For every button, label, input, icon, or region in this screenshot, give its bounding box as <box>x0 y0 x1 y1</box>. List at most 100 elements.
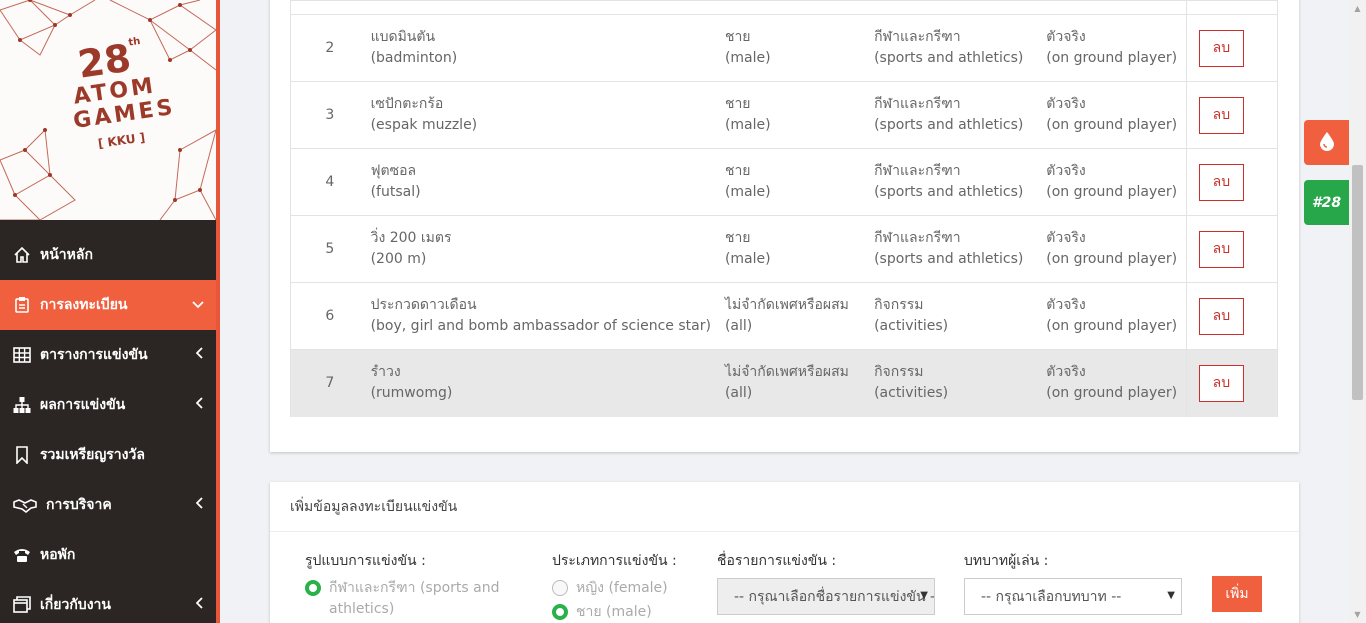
phone-icon <box>12 545 32 565</box>
gender-male-label: ชาย (male) <box>576 604 652 620</box>
sidebar-nav: หน้าหลัก การลงทะเบียน ตารางการแข่งขัน ผล… <box>0 230 216 623</box>
type-en: (activities) <box>874 318 949 334</box>
role-th: ตัวจริง <box>1046 96 1086 112</box>
sidebar-item-about[interactable]: เกี่ยวกับงาน <box>0 580 216 623</box>
registration-list-card: 2 แบดมินตัน (badminton) ชาย (male) กีฬาและ… <box>270 0 1299 452</box>
sidebar-accent <box>216 0 220 623</box>
gender-label: ประเภทการแข่งขัน : <box>552 553 677 569</box>
delete-button[interactable]: ลบ <box>1198 364 1244 402</box>
logo-text: 28th ATOM GAMES [ KKU ] <box>63 34 177 153</box>
type-th: กิจกรรม <box>874 297 924 313</box>
format-option[interactable]: กีฬาและกรีฑา (sports and athletics) <box>305 578 515 620</box>
role-select-value: -- กรุณาเลือกบทบาท -- <box>981 588 1122 605</box>
badge-28-button[interactable]: #28 <box>1304 180 1349 225</box>
row-number: 2 <box>289 14 369 82</box>
role-select[interactable]: -- กรุณาเลือกบทบาท -- ▼ <box>964 578 1182 615</box>
gender-en: (male) <box>724 117 771 133</box>
sport-name-th: รำวง <box>370 364 401 381</box>
logo[interactable]: 28th ATOM GAMES [ KKU ] <box>0 0 216 220</box>
gender-en: (all) <box>724 385 753 402</box>
table-row <box>289 0 1279 15</box>
scroll-up-icon[interactable]: ▲ <box>1349 0 1366 17</box>
gender-female-option[interactable]: หญิง (female) <box>552 578 702 599</box>
gender-th: ไม่จำกัดเพศหรือผสม <box>724 297 849 313</box>
sidebar-item-registration[interactable]: การลงทะเบียน <box>0 280 216 330</box>
role-en: (on ground player) <box>1046 318 1178 334</box>
sidebar-item-dormitory[interactable]: หอพัก <box>0 530 216 580</box>
drop-button[interactable] <box>1304 120 1349 165</box>
type-en: (sports and athletics) <box>874 117 1024 133</box>
chevron-left-icon <box>195 597 204 613</box>
radio-selected-icon <box>305 580 321 596</box>
scrollbar-thumb[interactable] <box>1352 165 1363 400</box>
event-label: ชื่อรายการแข่งขัน : <box>717 553 837 569</box>
gender-th: ชาย <box>724 230 751 246</box>
type-en: (sports and athletics) <box>874 251 1024 267</box>
table-icon <box>12 345 32 365</box>
sport-name-th: เซปักตะกร้อ <box>370 96 444 112</box>
gender-en: (male) <box>724 50 771 66</box>
role-en: (on ground player) <box>1046 385 1178 402</box>
role-en: (on ground player) <box>1046 184 1178 200</box>
table-row: 6 ประกวดดาวเดือน (boy, girl and bomb amba… <box>289 282 1279 350</box>
gender-en: (all) <box>724 318 753 334</box>
sidebar-item-label: หอพัก <box>40 547 76 563</box>
radio-unselected-icon <box>552 580 568 596</box>
sidebar-item-schedule[interactable]: ตารางการแข่งขัน <box>0 330 216 380</box>
table-row: 4 ฟุตซอล (futsal) ชาย (male) กีฬาและกรีฑา (… <box>289 148 1279 216</box>
format-group: รูปแบบการแข่งขัน : กีฬาและกรีฑา (sports … <box>305 550 515 620</box>
gender-en: (male) <box>724 184 771 200</box>
caret-down-icon: ▼ <box>920 590 928 601</box>
row-number: 7 <box>289 349 369 417</box>
sidebar-item-results[interactable]: ผลการแข่งขัน <box>0 380 216 430</box>
add-button[interactable]: เพิ่ม <box>1212 576 1262 612</box>
delete-button[interactable]: ลบ <box>1198 230 1244 268</box>
chevron-left-icon <box>195 397 204 413</box>
sport-name-en: (boy, girl and bomb ambassador of scienc… <box>370 318 711 334</box>
sidebar-item-label: หน้าหลัก <box>40 247 93 263</box>
radio-selected-icon <box>552 604 568 620</box>
gender-th: ชาย <box>724 96 751 112</box>
sport-name-en: (rumwomg) <box>370 385 453 402</box>
scroll-down-icon[interactable]: ▼ <box>1349 606 1366 623</box>
delete-button[interactable]: ลบ <box>1198 96 1244 134</box>
window-icon <box>12 595 32 615</box>
table-row: 2 แบดมินตัน (badminton) ชาย (male) กีฬาและ… <box>289 14 1279 82</box>
caret-down-icon: ▼ <box>1167 590 1175 601</box>
format-option-label: กีฬาและกรีฑา (sports and athletics) <box>329 580 500 617</box>
sidebar-item-donation[interactable]: การบริจาค <box>0 480 216 530</box>
event-select[interactable]: -- กรุณาเลือกชื่อรายการแข่งขัน -- ▼ <box>717 578 935 615</box>
table-row: 3 เซปักตะกร้อ (espak muzzle) ชาย (male) กี… <box>289 81 1279 149</box>
sidebar-item-label: รวมเหรียญรางวัล <box>40 447 145 463</box>
delete-button[interactable]: ลบ <box>1198 29 1244 67</box>
home-icon <box>12 245 32 265</box>
chevron-down-icon <box>192 297 204 313</box>
type-th: กีฬาและกรีฑา <box>874 230 961 246</box>
role-th: ตัวจริง <box>1046 364 1086 381</box>
role-th: ตัวจริง <box>1046 29 1086 45</box>
format-label: รูปแบบการแข่งขัน : <box>305 553 426 569</box>
row-number: 4 <box>289 148 369 216</box>
chevron-left-icon <box>195 347 204 363</box>
event-select-value: -- กรุณาเลือกชื่อรายการแข่งขัน -- <box>734 588 935 605</box>
gender-male-option[interactable]: ชาย (male) <box>552 602 702 623</box>
add-registration-card: เพิ่มข้อมูลลงทะเบียนแข่งขัน รูปแบบการแข่… <box>270 482 1299 623</box>
type-en: (sports and athletics) <box>874 50 1024 66</box>
chevron-left-icon <box>195 497 204 513</box>
sitemap-icon <box>12 395 32 415</box>
table-row: 7 รำวง (rumwomg) ไม่จำกัดเพศหรือผสม (all) … <box>289 349 1279 417</box>
row-number: 3 <box>289 81 369 149</box>
row-number: 6 <box>289 282 369 350</box>
role-th: ตัวจริง <box>1046 163 1086 179</box>
role-th: ตัวจริง <box>1046 297 1086 313</box>
table-row: 5 วิ่ง 200 เมตร (200 m) ชาย (male) กีฬาและ… <box>289 215 1279 283</box>
sidebar-item-medals[interactable]: รวมเหรียญรางวัล <box>0 430 216 480</box>
logo-suffix: th <box>127 36 142 49</box>
page-scrollbar[interactable]: ▲ ▼ <box>1349 0 1366 623</box>
role-th: ตัวจริง <box>1046 230 1086 246</box>
handshake-icon <box>12 495 38 515</box>
gender-group: ประเภทการแข่งขัน : หญิง (female) ชาย (ma… <box>552 550 702 623</box>
sidebar-item-home[interactable]: หน้าหลัก <box>0 230 216 280</box>
delete-button[interactable]: ลบ <box>1198 297 1244 335</box>
delete-button[interactable]: ลบ <box>1198 163 1244 201</box>
